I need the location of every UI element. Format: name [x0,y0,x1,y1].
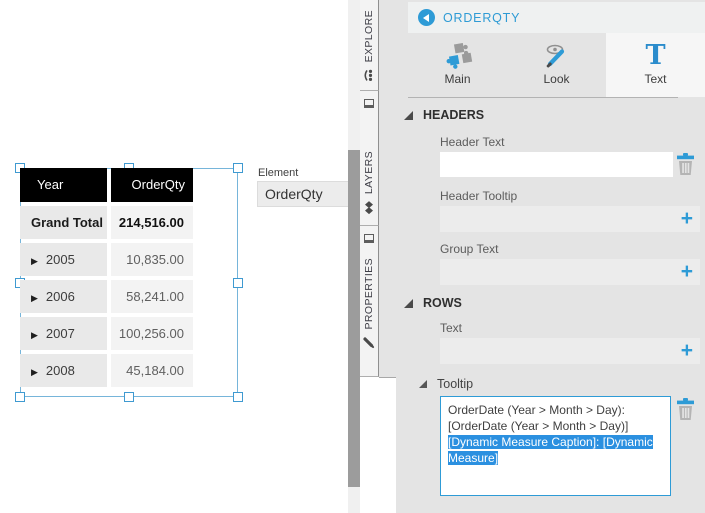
eye-brush-icon [544,42,570,70]
trash-icon[interactable] [676,153,695,181]
tab-look[interactable]: Look [507,33,606,97]
row-label: ▶ 2006 [20,280,107,313]
tab-explore-label: EXPLORE [363,9,375,62]
table-row: ▶ 2008 45,184.00 [20,354,193,387]
row-year: 2005 [45,252,75,267]
divider [408,97,678,98]
table-row-grand-total: Grand Total 214,516.00 [20,206,193,239]
collapse-arrow-icon[interactable] [404,298,413,308]
resize-handle-sw[interactable] [15,392,25,402]
tab-properties-label: PROPERTIES [363,257,375,330]
properties-panel: ORDERQTY Main Look T Text HEADERS Header… [379,0,705,513]
subsection-tooltip[interactable]: Tooltip [419,377,473,391]
collapse-arrow-icon[interactable] [404,110,413,120]
header-tooltip-label: Header Tooltip [440,189,518,203]
tab-layers[interactable]: LAYERS [360,91,379,226]
puzzle-icon [443,42,473,70]
tooltip-subsection-title: Tooltip [437,377,474,391]
column-header-orderqty: OrderQty [111,168,193,202]
scrollbar-thumb[interactable] [348,150,360,487]
grand-total-value: 214,516.00 [111,206,193,239]
row-year: 2006 [45,289,75,304]
tab-explore[interactable]: EXPLORE [360,0,379,91]
rows-text-label: Text [440,321,463,335]
panel-window-icon [364,99,374,108]
row-value: 100,256.00 [111,317,193,350]
section-headers-title: HEADERS [423,108,485,122]
column-header-year: Year [20,168,107,202]
section-rows-title: ROWS [423,296,462,310]
header-text-label: Header Text [440,135,505,149]
header-text-input[interactable] [440,152,673,177]
tab-properties[interactable]: PROPERTIES [360,226,379,377]
element-dropdown[interactable]: OrderQty [257,181,349,207]
tab-text[interactable]: T Text [606,33,705,97]
expand-row-icon[interactable]: ▶ [31,330,38,340]
design-canvas: Year OrderQty Grand Total 214,516.00 ▶ 20… [0,0,349,513]
row-year: 2007 [45,326,75,341]
plus-icon[interactable]: + [681,206,693,232]
collapse-arrow-icon[interactable] [419,380,427,388]
tab-main-label: Main [444,72,471,86]
datagrid-element[interactable]: Year OrderQty Grand Total 214,516.00 ▶ 20… [20,168,193,391]
panel-window-icon [364,234,374,243]
tab-layers-label: LAYERS [363,150,375,194]
tooltip-textarea[interactable]: OrderDate (Year > Month > Day): [OrderDa… [440,396,671,496]
tooltip-line: OrderDate (Year > Month > Day): [448,403,625,417]
expand-row-icon[interactable]: ▶ [31,367,38,377]
panel-header: ORDERQTY [408,2,705,33]
back-arrow-icon[interactable] [418,9,435,26]
resize-handle-ne[interactable] [233,163,243,173]
resize-handle-s[interactable] [124,392,134,402]
table-row: ▶ 2006 58,241.00 [20,280,193,313]
group-text-label: Group Text [440,242,499,256]
plus-icon[interactable]: + [681,338,693,364]
table-row: ▶ 2007 100,256.00 [20,317,193,350]
element-label: Element [258,167,299,179]
row-label: ▶ 2007 [20,317,107,350]
plus-icon[interactable]: + [681,259,693,285]
expand-row-icon[interactable]: ▶ [31,293,38,303]
table-row: ▶ 2005 10,835.00 [20,243,193,276]
explore-icon [363,69,375,81]
tab-main[interactable]: Main [408,33,507,97]
resize-handle-se[interactable] [233,392,243,402]
letter-t-icon: T [645,40,666,71]
panel-gutter [379,377,396,513]
trash-icon[interactable] [676,398,695,426]
group-text-add-field[interactable]: + [440,259,700,285]
side-tab-strip: EXPLORE LAYERS PROPERTIES [360,0,379,513]
section-headers[interactable]: HEADERS [404,108,484,122]
panel-title: ORDERQTY [443,10,521,25]
row-label: ▶ 2005 [20,243,107,276]
panel-tab-bar: Main Look T Text [408,33,705,97]
row-year: 2008 [45,363,75,378]
vertical-scrollbar[interactable] [348,0,360,513]
section-rows[interactable]: ROWS [404,296,462,310]
tooltip-line-selected: Measure] [448,451,499,465]
tooltip-line: [OrderDate (Year > Month > Day)] [448,419,629,433]
table-header-row: Year OrderQty [20,168,193,202]
row-value: 10,835.00 [111,243,193,276]
row-label: ▶ 2008 [20,354,107,387]
row-value: 58,241.00 [111,280,193,313]
expand-row-icon[interactable]: ▶ [31,256,38,266]
layers-icon [363,201,375,214]
rows-text-add-field[interactable]: + [440,338,700,364]
tab-look-label: Look [543,72,570,86]
row-value: 45,184.00 [111,354,193,387]
tab-text-label: Text [644,72,667,86]
header-tooltip-add-field[interactable]: + [440,206,700,232]
resize-handle-e[interactable] [233,278,243,288]
grand-total-label: Grand Total [20,206,107,239]
pencil-icon [363,336,376,349]
tooltip-line-selected: [Dynamic Measure Caption]: [Dynamic [448,435,653,449]
